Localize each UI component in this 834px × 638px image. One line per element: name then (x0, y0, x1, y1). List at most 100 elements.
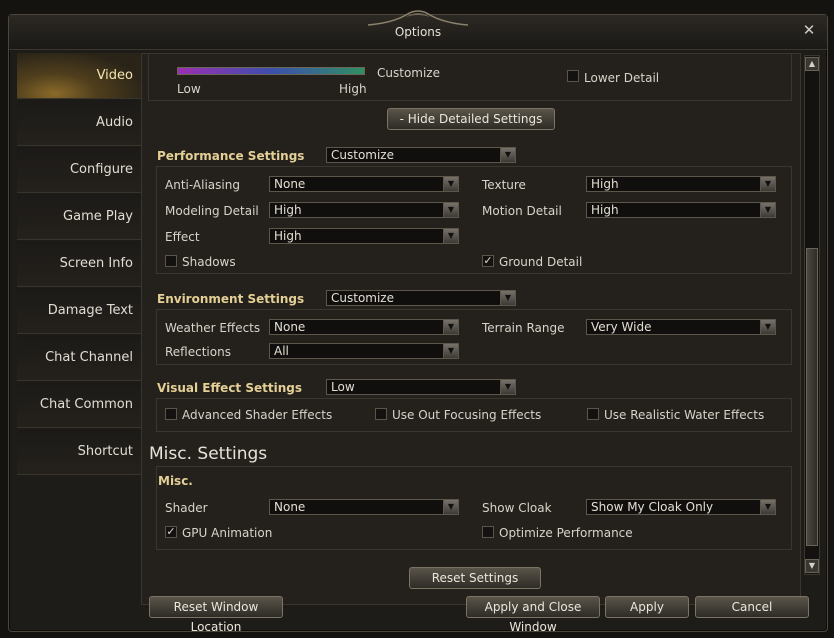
performance-preset-select[interactable]: Customize ▼ (326, 147, 516, 163)
scrollbar-thumb[interactable] (806, 248, 818, 546)
chevron-down-icon: ▼ (500, 148, 515, 162)
out-focusing-checkbox[interactable] (375, 408, 387, 420)
terrain-range-select[interactable]: Very Wide ▼ (586, 319, 776, 335)
modeling-detail-label: Modeling Detail (165, 204, 259, 218)
chevron-down-icon: ▼ (443, 177, 458, 191)
quality-section: Low High Customize Lower Detail (148, 54, 792, 101)
sidebar-item-damage-text[interactable]: Damage Text (17, 288, 141, 334)
misc-title: Misc. (158, 474, 193, 488)
visual-effect-preset-value: Low (331, 380, 355, 394)
shadows-label: Shadows (182, 255, 236, 269)
ground-detail-checkbox[interactable]: ✓ (482, 255, 494, 267)
environment-section: Weather Effects None ▼ Terrain Range Very… (156, 309, 792, 365)
anti-aliasing-value: None (274, 177, 306, 191)
environment-settings-title: Environment Settings (157, 292, 305, 306)
show-cloak-select[interactable]: Show My Cloak Only ▼ (586, 499, 776, 515)
gpu-animation-label: GPU Animation (182, 526, 273, 540)
performance-preset-value: Customize (331, 148, 394, 162)
chevron-down-icon: ▼ (760, 203, 775, 217)
title-ornament (367, 10, 469, 26)
chevron-down-icon: ▼ (500, 380, 515, 394)
effect-value: High (274, 229, 302, 243)
reset-window-location-button[interactable]: Reset Window Location (149, 596, 283, 634)
advanced-shader-checkbox[interactable] (165, 408, 177, 420)
reflections-value: All (274, 344, 289, 358)
sidebar-item-video[interactable]: Video (17, 53, 150, 99)
hide-detailed-settings-button[interactable]: - Hide Detailed Settings (387, 108, 555, 130)
texture-select[interactable]: High ▼ (586, 176, 776, 192)
shader-label: Shader (165, 501, 208, 515)
title-bar[interactable]: Options ✕ (9, 10, 827, 50)
weather-effects-select[interactable]: None ▼ (269, 319, 459, 335)
show-cloak-value: Show My Cloak Only (591, 500, 714, 514)
environment-preset-select[interactable]: Customize ▼ (326, 290, 516, 306)
show-cloak-label: Show Cloak (482, 501, 552, 515)
motion-detail-label: Motion Detail (482, 204, 562, 218)
chevron-down-icon: ▼ (760, 320, 775, 334)
performance-settings-title: Performance Settings (157, 149, 305, 163)
sidebar-item-shortcut[interactable]: Shortcut (17, 429, 141, 475)
chevron-down-icon: ▼ (443, 203, 458, 217)
reset-settings-button[interactable]: Reset Settings (409, 567, 541, 589)
chevron-down-icon: ▼ (443, 320, 458, 334)
sidebar-item-screen-info[interactable]: Screen Info (17, 241, 141, 287)
window-title: Options (394, 25, 442, 39)
chevron-down-icon: ▼ (443, 500, 458, 514)
visual-effect-section: Advanced Shader Effects Use Out Focusing… (156, 398, 792, 432)
lower-detail-checkbox[interactable] (567, 70, 579, 82)
close-icon[interactable]: ✕ (801, 22, 817, 38)
visual-effect-preset-select[interactable]: Low ▼ (326, 379, 516, 395)
reflections-select[interactable]: All ▼ (269, 343, 459, 359)
anti-aliasing-select[interactable]: None ▼ (269, 176, 459, 192)
scroll-down-icon[interactable]: ▼ (805, 559, 819, 573)
sidebar-item-chat-common[interactable]: Chat Common (17, 382, 141, 428)
shadows-checkbox[interactable] (165, 255, 177, 267)
quality-slider[interactable] (177, 67, 365, 75)
quality-low-label: Low (177, 82, 201, 96)
sidebar-item-audio[interactable]: Audio (17, 100, 141, 146)
terrain-range-label: Terrain Range (482, 321, 565, 335)
checkmark-icon: ✓ (483, 254, 493, 267)
texture-value: High (591, 177, 619, 191)
sidebar-item-game-play[interactable]: Game Play (17, 194, 141, 240)
cancel-button[interactable]: Cancel (695, 596, 809, 618)
terrain-range-value: Very Wide (591, 320, 652, 334)
sidebar-item-chat-channel[interactable]: Chat Channel (17, 335, 141, 381)
chevron-down-icon: ▼ (760, 177, 775, 191)
options-sidebar: Video Audio Configure Game Play Screen I… (17, 53, 150, 483)
quality-high-label: High (339, 82, 367, 96)
misc-settings-heading: Misc. Settings (149, 444, 268, 464)
out-focusing-label: Use Out Focusing Effects (392, 408, 542, 422)
scroll-up-icon[interactable]: ▲ (805, 57, 819, 71)
shader-value: None (274, 500, 306, 514)
motion-detail-select[interactable]: High ▼ (586, 202, 776, 218)
anti-aliasing-label: Anti-Aliasing (165, 178, 240, 192)
misc-section: Misc. Shader None ▼ Show Cloak Show My Cl… (156, 466, 792, 550)
performance-section: Anti-Aliasing None ▼ Texture High ▼ Modeli… (156, 166, 792, 274)
video-settings-panel: Low High Customize Lower Detail - Hide D… (141, 53, 801, 605)
apply-button[interactable]: Apply (605, 596, 689, 618)
shader-select[interactable]: None ▼ (269, 499, 459, 515)
ground-detail-label: Ground Detail (499, 255, 583, 269)
reflections-label: Reflections (165, 345, 231, 359)
chevron-down-icon: ▼ (443, 344, 458, 358)
effect-label: Effect (165, 230, 200, 244)
motion-detail-value: High (591, 203, 619, 217)
chevron-down-icon: ▼ (500, 291, 515, 305)
effect-select[interactable]: High ▼ (269, 228, 459, 244)
realistic-water-label: Use Realistic Water Effects (604, 408, 765, 422)
optimize-performance-checkbox[interactable] (482, 526, 494, 538)
realistic-water-checkbox[interactable] (587, 408, 599, 420)
chevron-down-icon: ▼ (443, 229, 458, 243)
sidebar-item-configure[interactable]: Configure (17, 147, 141, 193)
quality-mode-label: Customize (377, 66, 440, 80)
scrollbar[interactable]: ▲ ▼ (804, 55, 820, 575)
modeling-detail-value: High (274, 203, 302, 217)
apply-and-close-button[interactable]: Apply and Close Window (466, 596, 600, 634)
gpu-animation-checkbox[interactable]: ✓ (165, 526, 177, 538)
modeling-detail-select[interactable]: High ▼ (269, 202, 459, 218)
texture-label: Texture (482, 178, 526, 192)
options-window: Options ✕ Video Audio Configure Game Pla… (8, 10, 828, 634)
optimize-performance-label: Optimize Performance (499, 526, 633, 540)
checkmark-icon: ✓ (166, 525, 176, 538)
